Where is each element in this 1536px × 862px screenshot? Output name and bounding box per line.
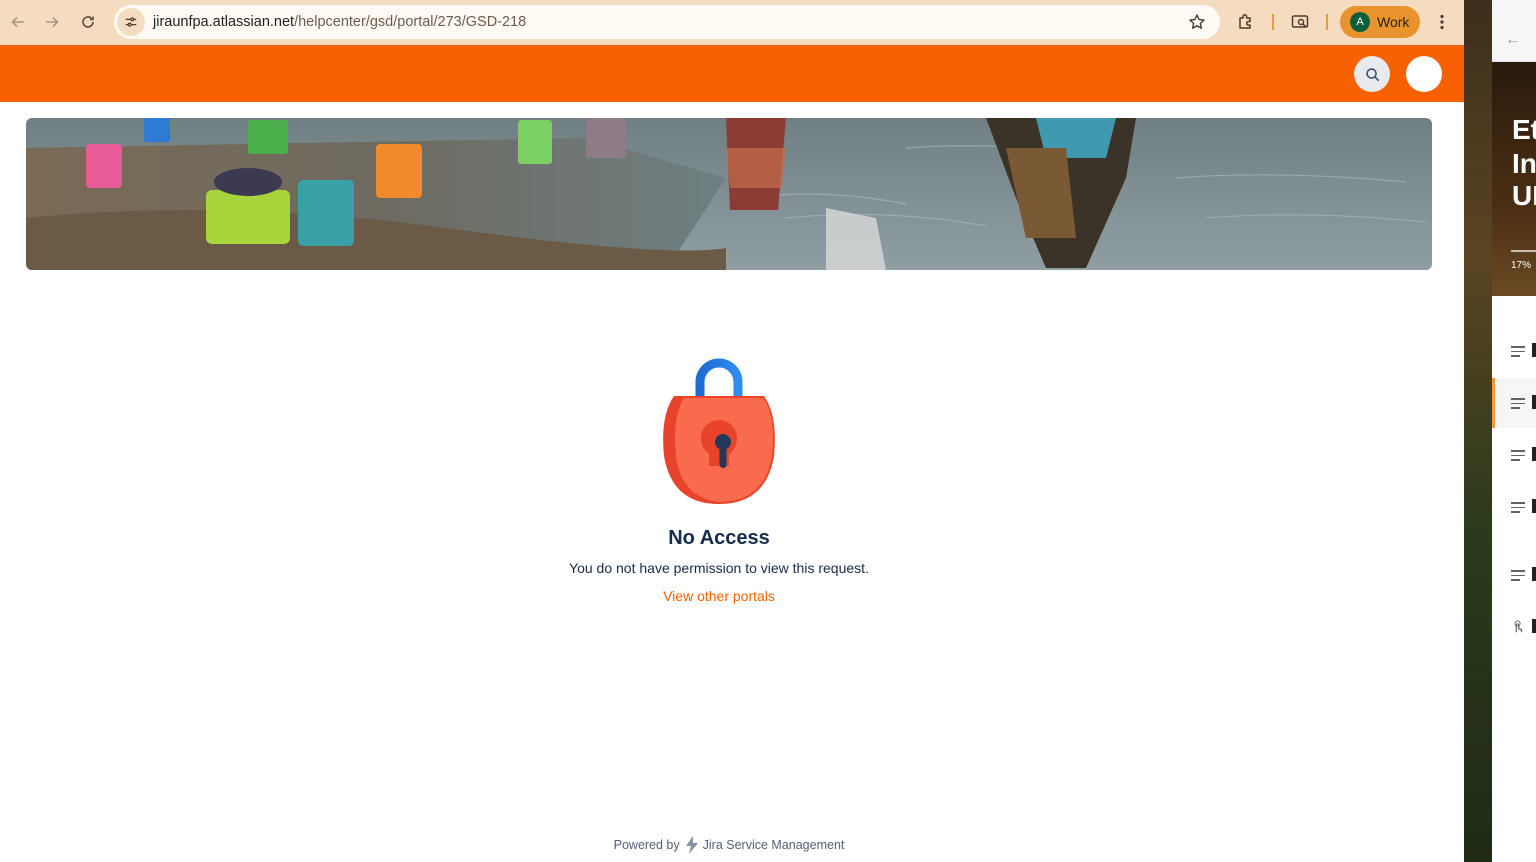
profile-avatar: A bbox=[1350, 12, 1370, 32]
hero-text-line: UI bbox=[1512, 180, 1536, 211]
side-list-item[interactable] bbox=[1492, 378, 1536, 428]
footer: Powered by Jira Service Management bbox=[0, 836, 1458, 854]
back-arrow-icon[interactable]: ← bbox=[1505, 31, 1521, 49]
search-button[interactable] bbox=[1354, 56, 1390, 92]
search-icon bbox=[1365, 67, 1379, 81]
back-arrow-icon[interactable] bbox=[0, 4, 36, 40]
address-bar[interactable]: jiraunfpa.atlassian.net/helpcenter/gsd/p… bbox=[114, 5, 1220, 39]
toolbar-divider bbox=[1272, 14, 1274, 30]
extensions-icon[interactable] bbox=[1236, 12, 1256, 32]
item-label-cut bbox=[1532, 499, 1536, 513]
browser-toolbar: jiraunfpa.atlassian.net/helpcenter/gsd/p… bbox=[0, 0, 1464, 45]
product-name[interactable]: Jira Service Management bbox=[703, 838, 845, 852]
item-label-cut bbox=[1532, 395, 1536, 409]
url-text: jiraunfpa.atlassian.net/helpcenter/gsd/p… bbox=[153, 14, 526, 30]
list-icon bbox=[1511, 398, 1525, 412]
side-panel-toolbar: ← bbox=[1492, 0, 1536, 62]
background-window-edge bbox=[1464, 0, 1492, 862]
list-icon bbox=[1511, 570, 1525, 584]
side-list-item[interactable] bbox=[1492, 430, 1536, 480]
user-avatar[interactable] bbox=[1406, 56, 1442, 92]
side-list-item[interactable] bbox=[1492, 482, 1536, 532]
item-label-cut bbox=[1532, 447, 1536, 461]
toolbar-divider bbox=[1326, 14, 1328, 30]
list-icon bbox=[1511, 346, 1525, 360]
jira-service-management-logo[interactable] bbox=[684, 836, 700, 854]
side-list-item[interactable] bbox=[1492, 326, 1536, 376]
lock-icon bbox=[662, 356, 776, 508]
powered-by-label: Powered by bbox=[613, 838, 680, 852]
item-label-cut bbox=[1532, 567, 1536, 581]
progress-label: 17% bbox=[1511, 260, 1532, 271]
item-label-cut bbox=[1532, 343, 1536, 357]
portal-header bbox=[0, 45, 1464, 102]
view-other-portals-link[interactable]: View other portals bbox=[0, 588, 1438, 604]
list-icon bbox=[1511, 502, 1525, 516]
url-path: /helpcenter/gsd/portal/273/GSD-218 bbox=[294, 14, 527, 30]
list-icon bbox=[1511, 450, 1525, 464]
profile-label: Work bbox=[1377, 14, 1410, 30]
side-list-item[interactable] bbox=[1492, 550, 1536, 600]
cast-icon[interactable] bbox=[1290, 12, 1310, 32]
forward-arrow-icon[interactable] bbox=[34, 4, 70, 40]
side-panel-hero: Et In UI 17% bbox=[1492, 62, 1536, 296]
touch-icon bbox=[1514, 620, 1523, 633]
hero-text-line: In bbox=[1512, 148, 1536, 179]
item-label-cut bbox=[1532, 619, 1536, 633]
hero-text-line: Et bbox=[1512, 114, 1536, 145]
page-title: No Access bbox=[668, 527, 770, 549]
profile-button[interactable]: A Work bbox=[1340, 6, 1420, 38]
more-vert-icon[interactable] bbox=[1432, 12, 1452, 32]
permission-message: You do not have permission to view this … bbox=[569, 560, 869, 576]
star-icon[interactable] bbox=[1188, 13, 1206, 31]
portal-banner-image bbox=[26, 118, 1432, 270]
side-panel: ← Et In UI 17% bbox=[1492, 0, 1536, 862]
url-host: jiraunfpa.atlassian.net bbox=[153, 14, 295, 30]
side-list-item[interactable] bbox=[1492, 602, 1536, 652]
site-settings-icon[interactable] bbox=[117, 8, 145, 36]
reload-icon[interactable] bbox=[70, 4, 106, 40]
progress-bar bbox=[1511, 250, 1536, 252]
